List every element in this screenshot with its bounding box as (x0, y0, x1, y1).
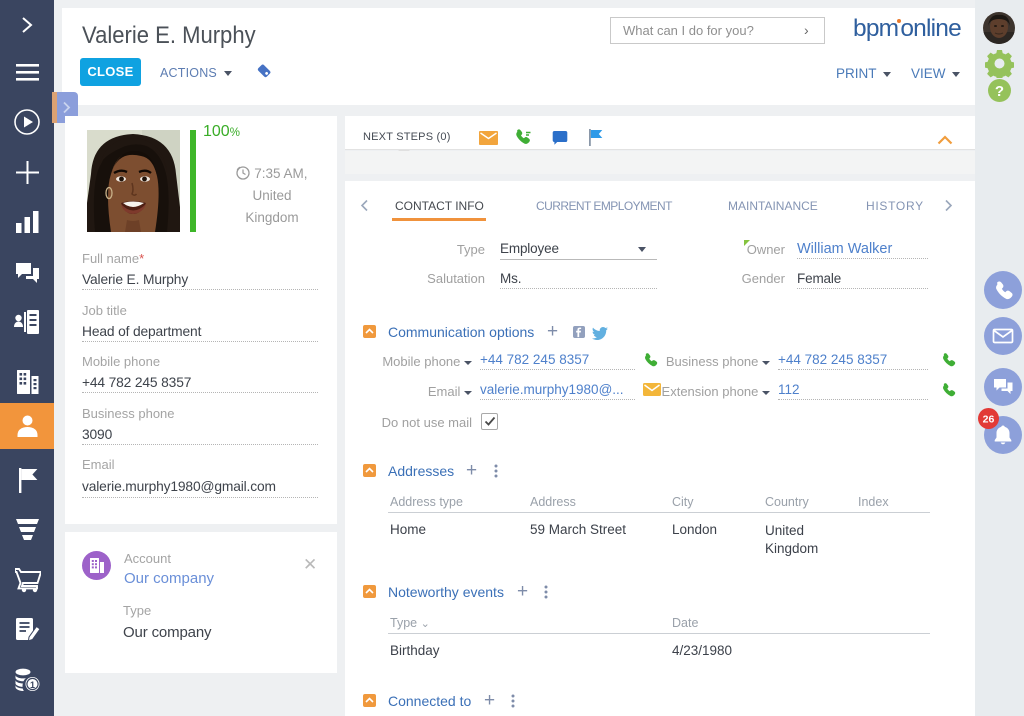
svg-text:1: 1 (30, 680, 35, 690)
svg-text:?: ? (995, 83, 1004, 100)
svg-text:26: 26 (983, 414, 995, 426)
